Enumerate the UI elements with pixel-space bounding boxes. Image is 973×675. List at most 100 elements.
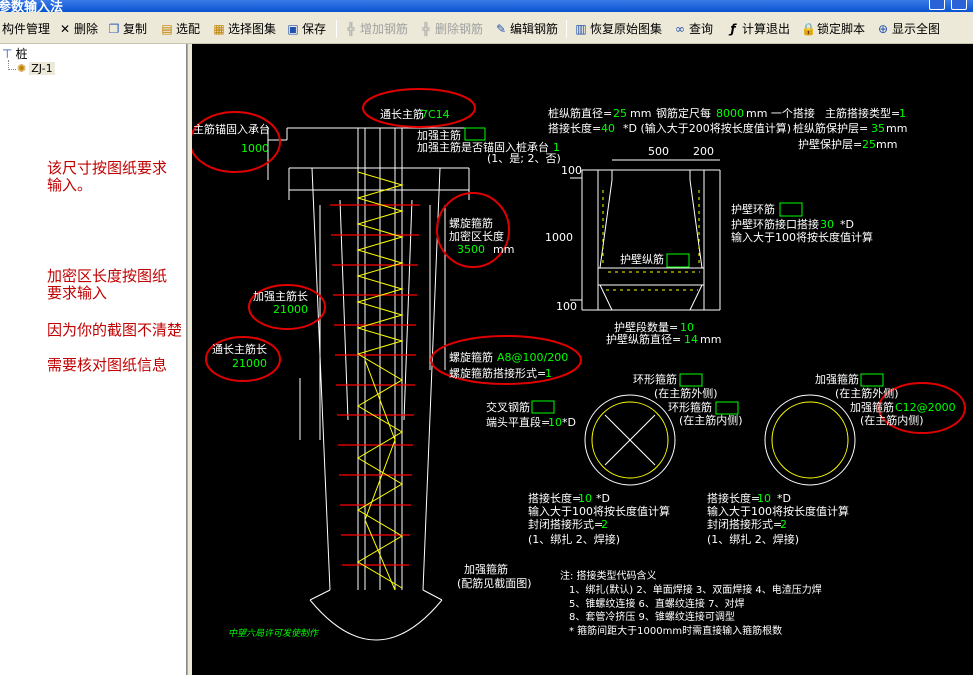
spiral-lap-label: 螺旋箍筋搭接形式=	[449, 366, 546, 380]
add-rebar-button[interactable]: ╬ 增加钢筋	[344, 18, 408, 40]
restore-atlas-icon: ▥	[575, 22, 587, 36]
annotation-note-5: 因为你的截图不清楚	[47, 321, 183, 339]
tree-line	[8, 69, 16, 70]
param-p6-value[interactable]: 25	[862, 138, 876, 151]
spiral-lap-value[interactable]: 1	[545, 367, 552, 380]
param-p6-unit: mm	[876, 138, 897, 151]
through-main-bar-value[interactable]: 7C14	[421, 108, 450, 121]
ring-stirrup-in-label: 环形箍筋	[668, 400, 712, 414]
lap-len-l: 搭接长度=	[528, 491, 581, 505]
dim-200: 200	[693, 145, 714, 158]
close-l: 封闭搭接形式=	[528, 517, 603, 531]
wall-ring-lap-unit: *D	[840, 218, 854, 231]
close-r: 封闭搭接形式=	[707, 517, 782, 531]
pile-icon: ⊤	[2, 46, 13, 61]
binoculars-icon: ∞	[675, 22, 685, 36]
annotation-note-6: 需要核对图纸信息	[47, 356, 168, 374]
remove-rebar-icon: ╬	[422, 22, 430, 36]
wall-ring-lap-note: 输入大于100将按长度值计算	[731, 230, 873, 244]
select-config-label: 选配	[176, 22, 201, 36]
bottom-add-stirrup: 加强箍筋	[464, 562, 508, 576]
tree-item-zj1[interactable]: ✺ ZJ-1	[17, 62, 55, 75]
maximize-button[interactable]	[951, 0, 967, 10]
close-l-value[interactable]: 2	[601, 518, 608, 531]
wall-ring: 护壁环筋	[731, 202, 775, 216]
spiral-dense-value[interactable]: 3500	[457, 243, 485, 256]
lap-len-l-value[interactable]: 10	[578, 492, 592, 505]
select-config-icon: ▤	[161, 22, 173, 36]
show-all-button[interactable]: ⊕ 显示全图	[876, 18, 940, 40]
add-main-len-value[interactable]: 21000	[273, 303, 308, 316]
add-stirrup-r2-value[interactable]: C12@2000	[895, 401, 956, 414]
edit-rebar-button[interactable]: ✎ 编辑钢筋	[494, 18, 558, 40]
cross-bar: 交叉钢筋	[486, 400, 530, 414]
add-stirrup-r2: 加强箍筋	[850, 400, 894, 414]
end-len: 端头平直段=	[486, 415, 550, 429]
param-p4-value[interactable]: 40	[601, 122, 615, 135]
anchor-value[interactable]: 1000	[241, 142, 269, 155]
ring-stirrup-left	[584, 394, 676, 486]
param-p1-value[interactable]: 25	[613, 107, 627, 120]
ring-stirrup: 环形箍筋	[633, 372, 677, 386]
lap-len-l-note: 输入大于100将按长度值计算	[528, 504, 670, 518]
function-icon: ƒ	[730, 22, 736, 36]
section-view	[570, 159, 721, 311]
through-main-bar-title: 通长主筋	[380, 107, 424, 121]
add-stirrup-r2-in: (在主筋内侧)	[860, 413, 924, 427]
legend-line-2: 5、锥螺纹连接 6、直螺纹连接 7、对焊	[569, 597, 744, 610]
end-len-unit: *D	[562, 416, 576, 429]
cad-labels: 通长主筋 7C14 主筋锚固入承台 1000 加强主筋 加强主筋是否锚固入桩承台…	[193, 106, 956, 639]
remove-rebar-button[interactable]: ╬ 删除钢筋	[419, 18, 483, 40]
copy-button[interactable]: ❐ 复制	[107, 18, 147, 40]
wall-long-d-value[interactable]: 14	[684, 333, 698, 346]
legend-title: 注: 搭接类型代码含义	[560, 569, 657, 582]
save-button[interactable]: ▣ 保存	[286, 18, 326, 40]
add-main-bar-anchor-opts: (1、是; 2、否)	[487, 152, 561, 165]
save-icon: ▣	[287, 22, 299, 36]
through-main-len-value[interactable]: 21000	[232, 357, 267, 370]
dim-100a: 100	[561, 164, 582, 177]
wall-long-d-unit: mm	[700, 333, 721, 346]
drawing-canvas[interactable]: 通长主筋 7C14 主筋锚固入承台 1000 加强主筋 加强主筋是否锚固入桩承台…	[192, 44, 973, 675]
param-p6: 护壁保护层=	[798, 137, 862, 151]
tree-root-label: 桩	[15, 47, 28, 61]
end-len-value[interactable]: 10	[548, 416, 562, 429]
tree-root-pile[interactable]: ⊤ 桩	[2, 45, 27, 62]
save-label: 保存	[302, 22, 327, 36]
lap-len-r-value[interactable]: 10	[757, 492, 771, 505]
remove-rebar-label: 删除钢筋	[435, 22, 484, 36]
ring-stirrup-in: (在主筋内侧)	[679, 413, 743, 427]
spiral-stirrup-value[interactable]: A8@100/200	[497, 351, 568, 364]
component-manage-button[interactable]: 构件管理	[2, 18, 50, 40]
lock-script-button[interactable]: 🔒 锁定脚本	[801, 18, 865, 40]
select-atlas-button[interactable]: ▦ 选择图集	[212, 18, 276, 40]
bottom-add-stirrup-note: (配筋见截面图)	[457, 576, 532, 590]
spiral-stirrup-label: 螺旋箍筋	[449, 350, 493, 364]
show-all-label: 显示全图	[892, 22, 941, 36]
calc-exit-button[interactable]: ƒ 计算退出	[726, 18, 790, 40]
select-config-button[interactable]: ▤ 选配	[160, 18, 200, 40]
param-p3-value[interactable]: 1	[899, 107, 906, 120]
param-p5: 桩纵筋保护层=	[793, 121, 868, 135]
restore-atlas-button[interactable]: ▥ 恢复原始图集	[574, 18, 662, 40]
spiral-stirrup-lines	[330, 204, 420, 566]
minimize-button[interactable]	[929, 0, 945, 10]
legend-line-1: 1、绑扎(默认) 2、单面焊接 3、双面焊接 4、电渣压力焊	[569, 583, 822, 596]
wall-ring-lap-value[interactable]: 30	[820, 218, 834, 231]
legend-line-4: * 箍筋间距大于1000mm时需直接输入箍筋根数	[569, 624, 782, 637]
query-button[interactable]: ∞ 查询	[673, 18, 713, 40]
atlas-icon: ▦	[213, 22, 225, 36]
lap-len-r-unit: *D	[777, 492, 791, 505]
param-p5-value[interactable]: 35	[871, 122, 885, 135]
delete-button[interactable]: ✕ 删除	[58, 18, 98, 40]
wall-ring-lap: 护壁环筋接口搭接	[731, 217, 819, 231]
close-l-opts: (1、绑扎 2、焊接)	[528, 532, 620, 546]
param-p1-unit: mm	[630, 107, 651, 120]
toolbar-separator	[336, 20, 337, 38]
close-r-value[interactable]: 2	[780, 518, 787, 531]
annotation-note-4: 要求输入	[47, 284, 108, 302]
through-main-len-label: 通长主筋长	[212, 342, 267, 356]
param-p2-value[interactable]: 8000	[716, 107, 744, 120]
param-p3: 主筋搭接类型=	[825, 106, 900, 120]
gear-icon: ✺	[17, 62, 27, 75]
